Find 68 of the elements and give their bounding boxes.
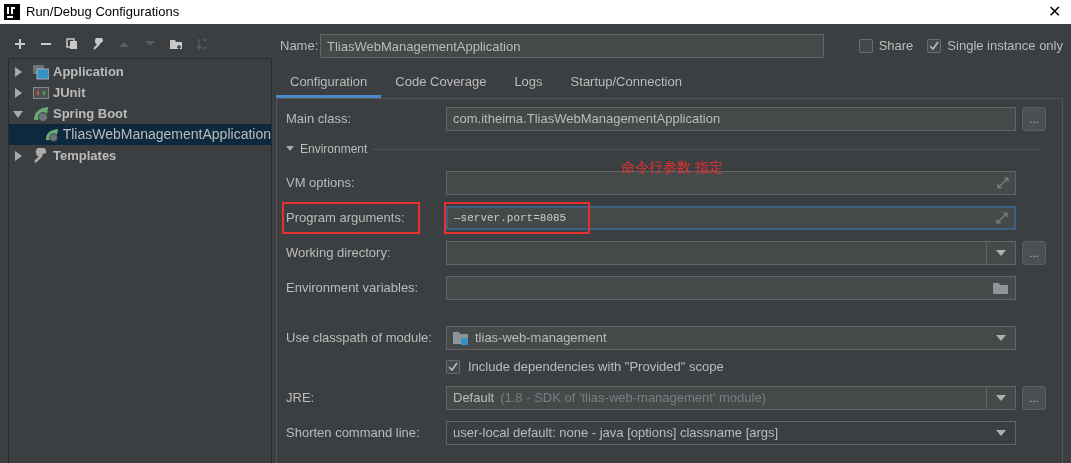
- checkbox[interactable]: [858, 39, 873, 53]
- field-label: VM options:: [286, 174, 356, 193]
- test-icon: [33, 84, 49, 101]
- input-field[interactable]: com.itheima.TliasWebManagementApplication: [446, 107, 1016, 131]
- add-icon[interactable]: [14, 38, 26, 50]
- expand-arrow-icon[interactable]: [13, 150, 23, 161]
- tree-label: Spring Boot: [53, 104, 128, 123]
- dropdown[interactable]: user-local default: none - java [options] classname [args]: [446, 421, 1016, 445]
- section-title: Environment: [300, 141, 368, 158]
- expand-icon[interactable]: [996, 212, 1008, 224]
- tab[interactable]: Configuration: [276, 68, 382, 98]
- browse-button[interactable]: ...: [1022, 107, 1046, 131]
- dropdown-arrow-icon[interactable]: [995, 249, 1007, 257]
- browse-button[interactable]: ...: [1022, 241, 1046, 265]
- tree-item[interactable]: JUnit: [9, 82, 271, 103]
- field-label: Name:: [280, 37, 320, 56]
- application-icon: [33, 63, 49, 80]
- field-label: Shorten command line:: [286, 424, 421, 443]
- window-title: Run/Debug Configurations: [26, 3, 180, 22]
- folder-icon[interactable]: [993, 282, 1009, 294]
- tree-item[interactable]: Spring Boot: [9, 103, 271, 124]
- tree-label: JUnit: [53, 83, 86, 102]
- field-label: Program arguments:: [282, 202, 420, 234]
- tab[interactable]: Startup/Connection: [556, 68, 696, 98]
- tree-item[interactable]: Templates: [9, 145, 271, 166]
- dropdown-arrow-icon[interactable]: [995, 334, 1007, 342]
- field-value: tlias-web-management: [475, 329, 607, 348]
- tab[interactable]: Code Coverage: [381, 68, 501, 98]
- folder-add-icon[interactable]: [170, 38, 182, 50]
- input-field[interactable]: [446, 276, 1016, 300]
- field-label: Main class:: [286, 110, 353, 129]
- section-toggle-icon[interactable]: [286, 145, 294, 153]
- field-value: Default: [453, 389, 495, 408]
- expand-arrow-icon[interactable]: [13, 87, 23, 98]
- expand-icon[interactable]: [997, 177, 1009, 189]
- annotation-text: 命令行参数 指定: [621, 158, 723, 177]
- app-icon: [4, 4, 20, 20]
- expand-arrow-icon[interactable]: [13, 66, 23, 77]
- copy-icon[interactable]: [66, 38, 78, 50]
- wrench-icon[interactable]: [92, 38, 104, 50]
- spring-leaf-icon: [33, 105, 49, 122]
- field-label: Use classpath of module:: [286, 329, 433, 348]
- checkbox-label: Share: [878, 37, 914, 56]
- dropdown-arrow-icon[interactable]: [995, 394, 1007, 402]
- collapse-arrow-icon[interactable]: [13, 108, 23, 119]
- checkbox-label: Single instance only: [947, 37, 1063, 56]
- field-value: com.itheima.TliasWebManagementApplication: [453, 110, 721, 129]
- tree-label: TliasWebManagementApplication: [62, 125, 271, 144]
- close-button[interactable]: ✕: [1048, 0, 1061, 24]
- field-label: Working directory:: [286, 244, 392, 263]
- tree-label: Templates: [53, 146, 117, 165]
- tree-label: Application: [53, 62, 124, 81]
- tree-item[interactable]: TliasWebManagementApplication: [9, 124, 271, 145]
- field-label: JRE:: [286, 389, 316, 408]
- spring-leaf-icon: [45, 126, 59, 143]
- name-field[interactable]: TliasWebManagementApplication: [320, 34, 824, 58]
- browse-button[interactable]: ...: [1022, 386, 1046, 410]
- tree-item[interactable]: Application: [9, 61, 271, 82]
- dropdown[interactable]: tlias-web-management: [446, 326, 1016, 350]
- dropdown-arrow-icon[interactable]: [995, 429, 1007, 437]
- argument-text: —server.port=8085: [444, 202, 591, 234]
- checkbox[interactable]: [446, 360, 460, 374]
- field-label: Environment variables:: [286, 279, 420, 298]
- checkbox-label: Include dependencies with "Provided" scope: [468, 358, 724, 377]
- field-value: user-local default: none - java [options] classname [args]: [453, 424, 779, 443]
- tab[interactable]: Logs: [500, 68, 557, 98]
- checkbox[interactable]: [927, 39, 942, 53]
- wrench-icon: [33, 147, 49, 164]
